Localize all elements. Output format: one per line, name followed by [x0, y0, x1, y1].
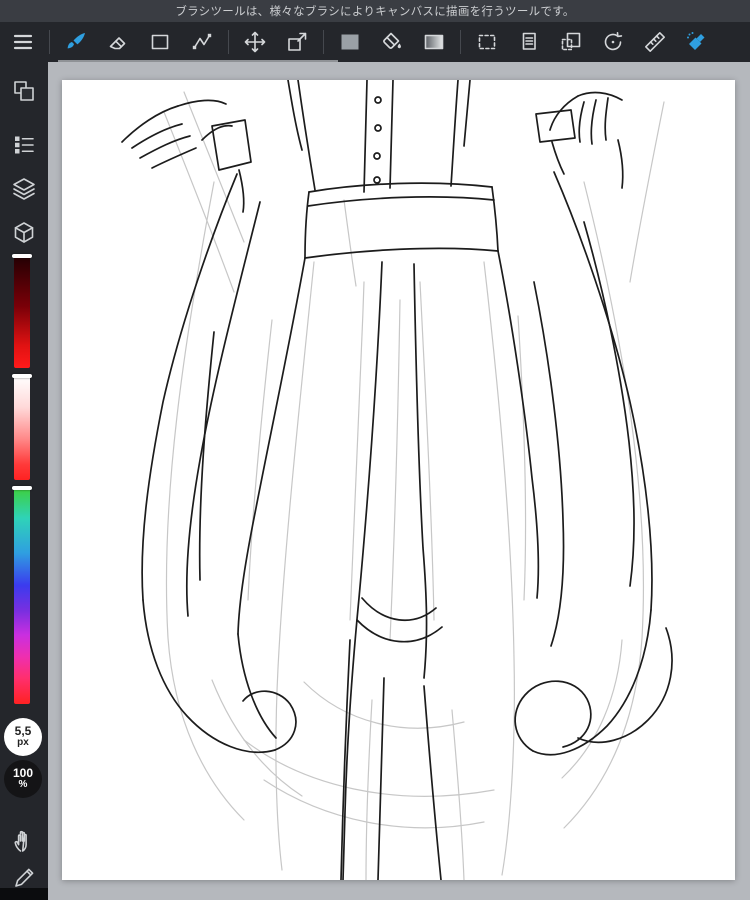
eraser-icon	[109, 37, 126, 50]
brush-size-badge[interactable]: 5,5 px	[4, 718, 42, 756]
gradient-tool-button[interactable]	[413, 22, 455, 62]
tint-slider-handle[interactable]	[12, 374, 32, 378]
toolbar-divider	[323, 30, 324, 54]
toolbar-divider	[49, 30, 50, 54]
shape-tool-button[interactable]	[139, 22, 181, 62]
zoom-badge[interactable]: 100 %	[4, 760, 42, 798]
brush-icon	[67, 33, 85, 49]
menu-icon	[13, 34, 33, 50]
polyline-icon	[192, 33, 212, 50]
rotate-tool-button[interactable]	[592, 22, 634, 62]
airbrush-icon	[687, 32, 705, 50]
paste-icon	[561, 32, 581, 51]
layer-list-icon	[15, 136, 34, 154]
toolbar-divider	[460, 30, 461, 54]
paste-tool-button[interactable]	[550, 22, 592, 62]
stylus-pen-icon	[15, 868, 34, 887]
transform-icon	[288, 32, 307, 51]
rotate-icon	[604, 31, 623, 51]
layers-panel-button[interactable]	[0, 172, 48, 206]
toolbar-divider	[228, 30, 229, 54]
drawing-canvas[interactable]	[62, 80, 735, 880]
rectangle-icon	[151, 34, 169, 50]
gradient-icon	[424, 34, 444, 50]
selection-icon	[478, 34, 496, 50]
select-tool-button[interactable]	[466, 22, 508, 62]
shade-slider-handle[interactable]	[12, 254, 32, 258]
brush-size-unit: px	[17, 737, 29, 749]
left-sidebar: 5,5 px 100 %	[0, 62, 48, 900]
hue-slider[interactable]	[14, 488, 30, 704]
canvas-sketch	[121, 80, 673, 880]
polyline-tool-button[interactable]	[181, 22, 223, 62]
paint-bucket-icon	[383, 32, 401, 49]
color-pair-button[interactable]	[0, 74, 48, 108]
copy-tool-button[interactable]	[508, 22, 550, 62]
toolbar	[0, 22, 750, 62]
tint-slider[interactable]	[14, 376, 30, 480]
bucket-tool-button[interactable]	[371, 22, 413, 62]
color-swatch-icon	[341, 34, 359, 50]
move-tool-button[interactable]	[234, 22, 276, 62]
layers-icon	[13, 178, 35, 200]
move-icon	[244, 31, 266, 53]
hand-icon	[14, 830, 27, 852]
hand-tool-button[interactable]	[0, 824, 48, 858]
materials-panel-button[interactable]	[0, 216, 48, 250]
canvas-area	[48, 62, 750, 900]
transform-tool-button[interactable]	[276, 22, 318, 62]
sidebar-footer	[0, 888, 48, 900]
tool-hint-bar: ブラシツールは、様々なブラシによりキャンバスに描画を行うツールです。	[0, 0, 750, 22]
hue-slider-handle[interactable]	[12, 486, 32, 490]
airbrush-tool-button[interactable]	[676, 22, 718, 62]
materials-cube-icon	[14, 222, 34, 243]
eraser-tool-button[interactable]	[97, 22, 139, 62]
tool-hint-text: ブラシツールは、様々なブラシによりキャンバスに描画を行うツールです。	[175, 6, 575, 18]
shade-slider[interactable]	[14, 256, 30, 368]
paint-app: ブラシツールは、様々なブラシによりキャンバスに描画を行うツールです。 5,5 p…	[0, 0, 750, 900]
layer-list-button[interactable]	[0, 128, 48, 162]
zoom-unit: %	[18, 779, 28, 791]
brush-tool-button[interactable]	[55, 22, 97, 62]
copy-icon	[522, 32, 536, 50]
ruler-icon	[645, 31, 665, 52]
color-swatch-button[interactable]	[329, 22, 371, 62]
menu-button[interactable]	[2, 22, 44, 62]
ruler-tool-button[interactable]	[634, 22, 676, 62]
foreground-background-color-icon	[14, 81, 34, 101]
